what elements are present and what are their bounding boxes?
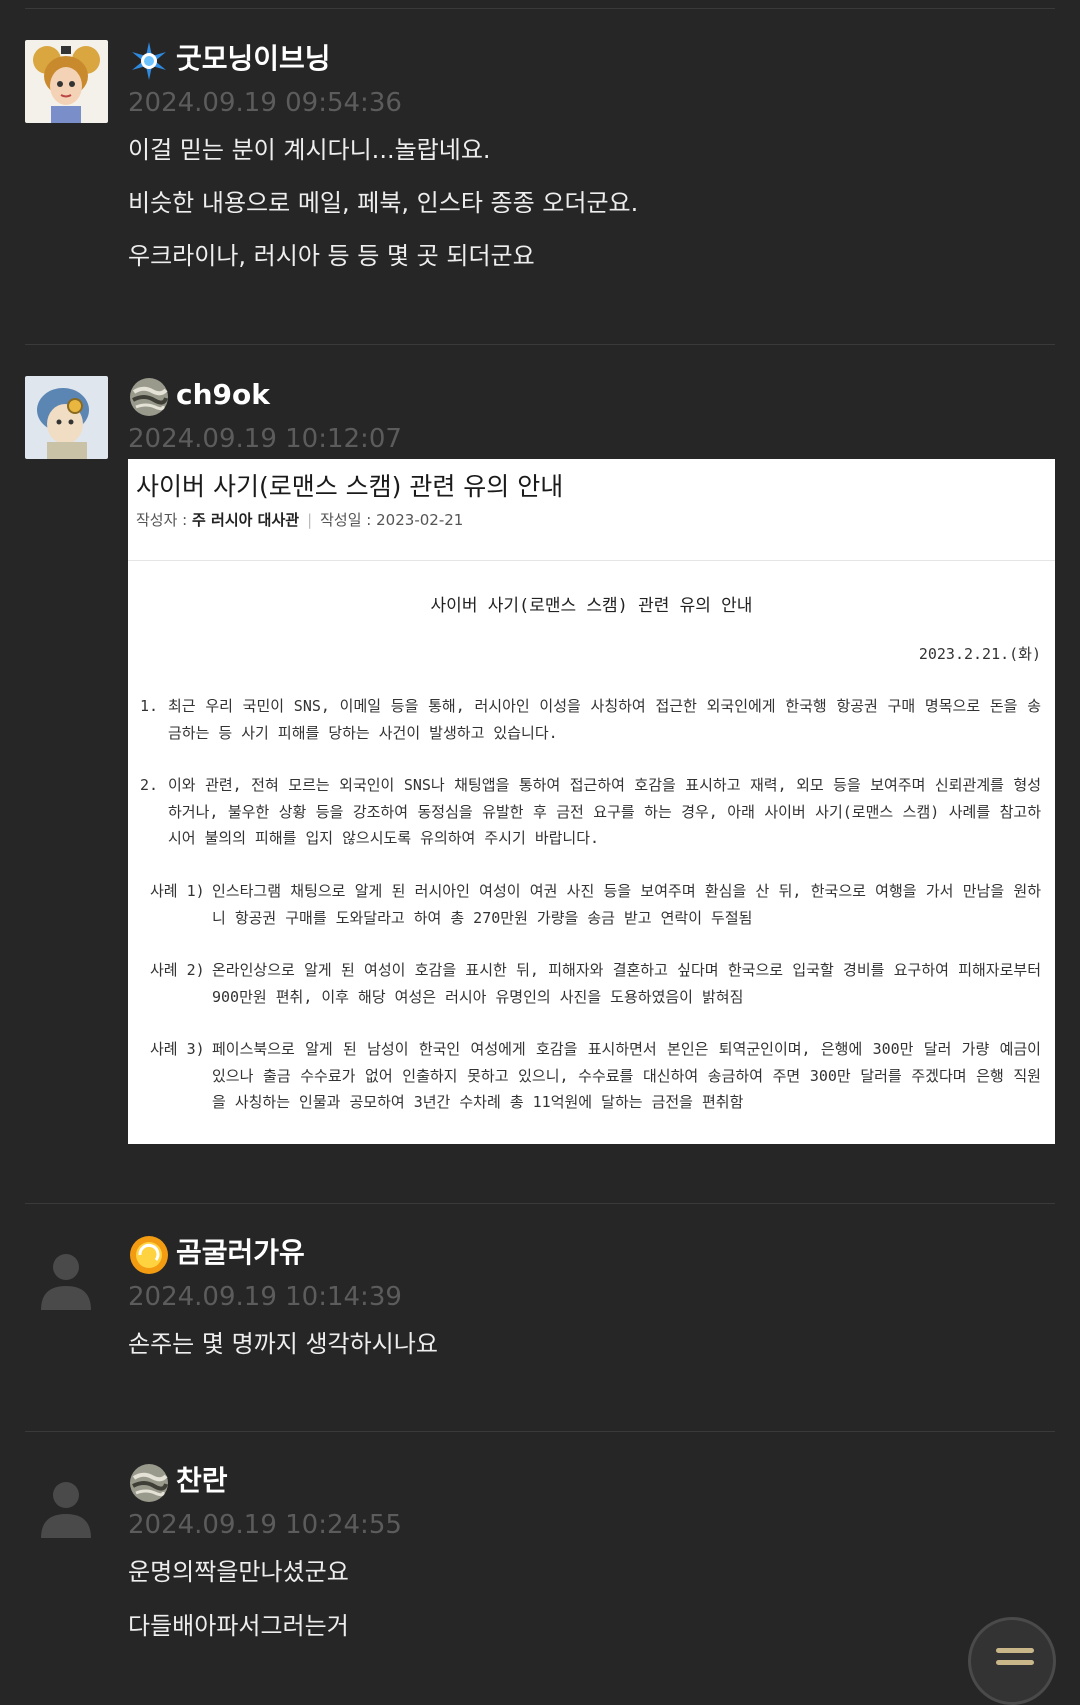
- divider: [25, 1203, 1055, 1204]
- paragraph: 1. 최근 우리 국민이 SNS, 이메일 등을 통해, 러시아인 이성을 사칭…: [140, 693, 1041, 746]
- avatar[interactable]: [25, 1234, 108, 1317]
- comment-text: 운명의짝을만나셨군요: [128, 1558, 349, 1586]
- comment-author[interactable]: 굿모닝이브닝: [176, 39, 331, 79]
- comment-author[interactable]: 곰굴러가유: [176, 1233, 305, 1273]
- case-text: 페이스북으로 알게 된 남성이 한국인 여성에게 호감을 표시하면서 본인은 퇴…: [212, 1040, 1041, 1111]
- case-text: 온라인상으로 알게 된 여성이 호감을 표시한 뒤, 피해자와 결혼하고 싶다며…: [212, 961, 1041, 1006]
- default-avatar-icon: [25, 1462, 108, 1545]
- notice-title: 사이버 사기(로맨스 스캠) 관련 유의 안내: [136, 472, 564, 501]
- floating-menu-button[interactable]: [968, 1617, 1056, 1705]
- author-name: 주 러시아 대사관: [192, 511, 300, 529]
- date-label: 작성일 :: [320, 511, 372, 529]
- avatar[interactable]: [25, 1462, 108, 1545]
- comment-text: 비슷한 내용으로 메일, 페북, 인스타 종종 오더군요.: [128, 189, 639, 217]
- notice-date: 2023-02-21: [376, 511, 464, 529]
- comment-date: 2024.09.19 09:54:36: [128, 88, 402, 118]
- case-label: 사례 1): [150, 882, 205, 900]
- comment-date: 2024.09.19 10:14:39: [128, 1282, 402, 1312]
- paragraph-text: 이와 관련, 전혀 모르는 외국인이 SNS나 채팅앱을 통하여 접근하여 호감…: [168, 776, 1041, 847]
- author-label: 작성자 :: [136, 511, 188, 529]
- comment-author[interactable]: ch9ok: [176, 375, 270, 415]
- comment-text: 손주는 몇 명까지 생각하시나요: [128, 1330, 438, 1358]
- gray-globe-icon: [128, 1462, 170, 1504]
- meta-separator: |: [307, 511, 313, 529]
- case-label: 사례 3): [150, 1040, 205, 1058]
- notice-meta: 작성자 : 주 러시아 대사관 | 작성일 : 2023-02-21: [136, 509, 463, 530]
- case-label: 사례 2): [150, 961, 205, 979]
- case-item: 사례 1) 인스타그램 채팅으로 알게 된 러시아인 여성이 여권 사진 등을 …: [150, 878, 1041, 931]
- orange-sun-icon: [128, 1234, 170, 1276]
- avatar[interactable]: [25, 376, 108, 459]
- case-item: 사례 3) 페이스북으로 알게 된 남성이 한국인 여성에게 호감을 표시하면서…: [150, 1036, 1041, 1116]
- menu-icon: [996, 1648, 1034, 1653]
- comment-author[interactable]: 찬란: [176, 1461, 228, 1501]
- case-item: 사례 2) 온라인상으로 알게 된 여성이 호감을 표시한 뒤, 피해자와 결혼…: [150, 957, 1041, 1010]
- paragraph: 2. 이와 관련, 전혀 모르는 외국인이 SNS나 채팅앱을 통하여 접근하여…: [140, 772, 1041, 852]
- divider: [25, 1431, 1055, 1432]
- comment-text: 이걸 믿는 분이 계시다니...놀랍네요.: [128, 136, 491, 164]
- comment-text: 다들배아파서그러는거: [128, 1612, 349, 1640]
- paragraph-number: 2.: [140, 776, 159, 794]
- document-date: 2023.2.21.(화): [918, 645, 1041, 663]
- paragraph-number: 1.: [140, 697, 159, 715]
- paragraph-text: 최근 우리 국민이 SNS, 이메일 등을 통해, 러시아인 이성을 사칭하여 …: [168, 697, 1041, 742]
- divider: [25, 8, 1055, 9]
- avatar[interactable]: [25, 40, 108, 123]
- document-heading: 사이버 사기(로맨스 스캠) 관련 유의 안내: [430, 596, 753, 616]
- gray-globe-icon: [128, 376, 170, 418]
- comment-text: 우크라이나, 러시아 등 등 몇 곳 되더군요: [128, 242, 535, 270]
- comment-date: 2024.09.19 10:24:55: [128, 1510, 402, 1540]
- divider: [25, 344, 1055, 345]
- comment-date: 2024.09.19 10:12:07: [128, 424, 402, 454]
- attached-image[interactable]: 사이버 사기(로맨스 스캠) 관련 유의 안내 작성자 : 주 러시아 대사관 |…: [128, 459, 1055, 1144]
- blue-star-icon: [128, 40, 170, 82]
- case-text: 인스타그램 채팅으로 알게 된 러시아인 여성이 여권 사진 등을 보여주며 환…: [212, 882, 1041, 927]
- menu-icon-bar: [996, 1660, 1034, 1665]
- default-avatar-icon: [25, 1234, 108, 1317]
- divider: [128, 560, 1055, 561]
